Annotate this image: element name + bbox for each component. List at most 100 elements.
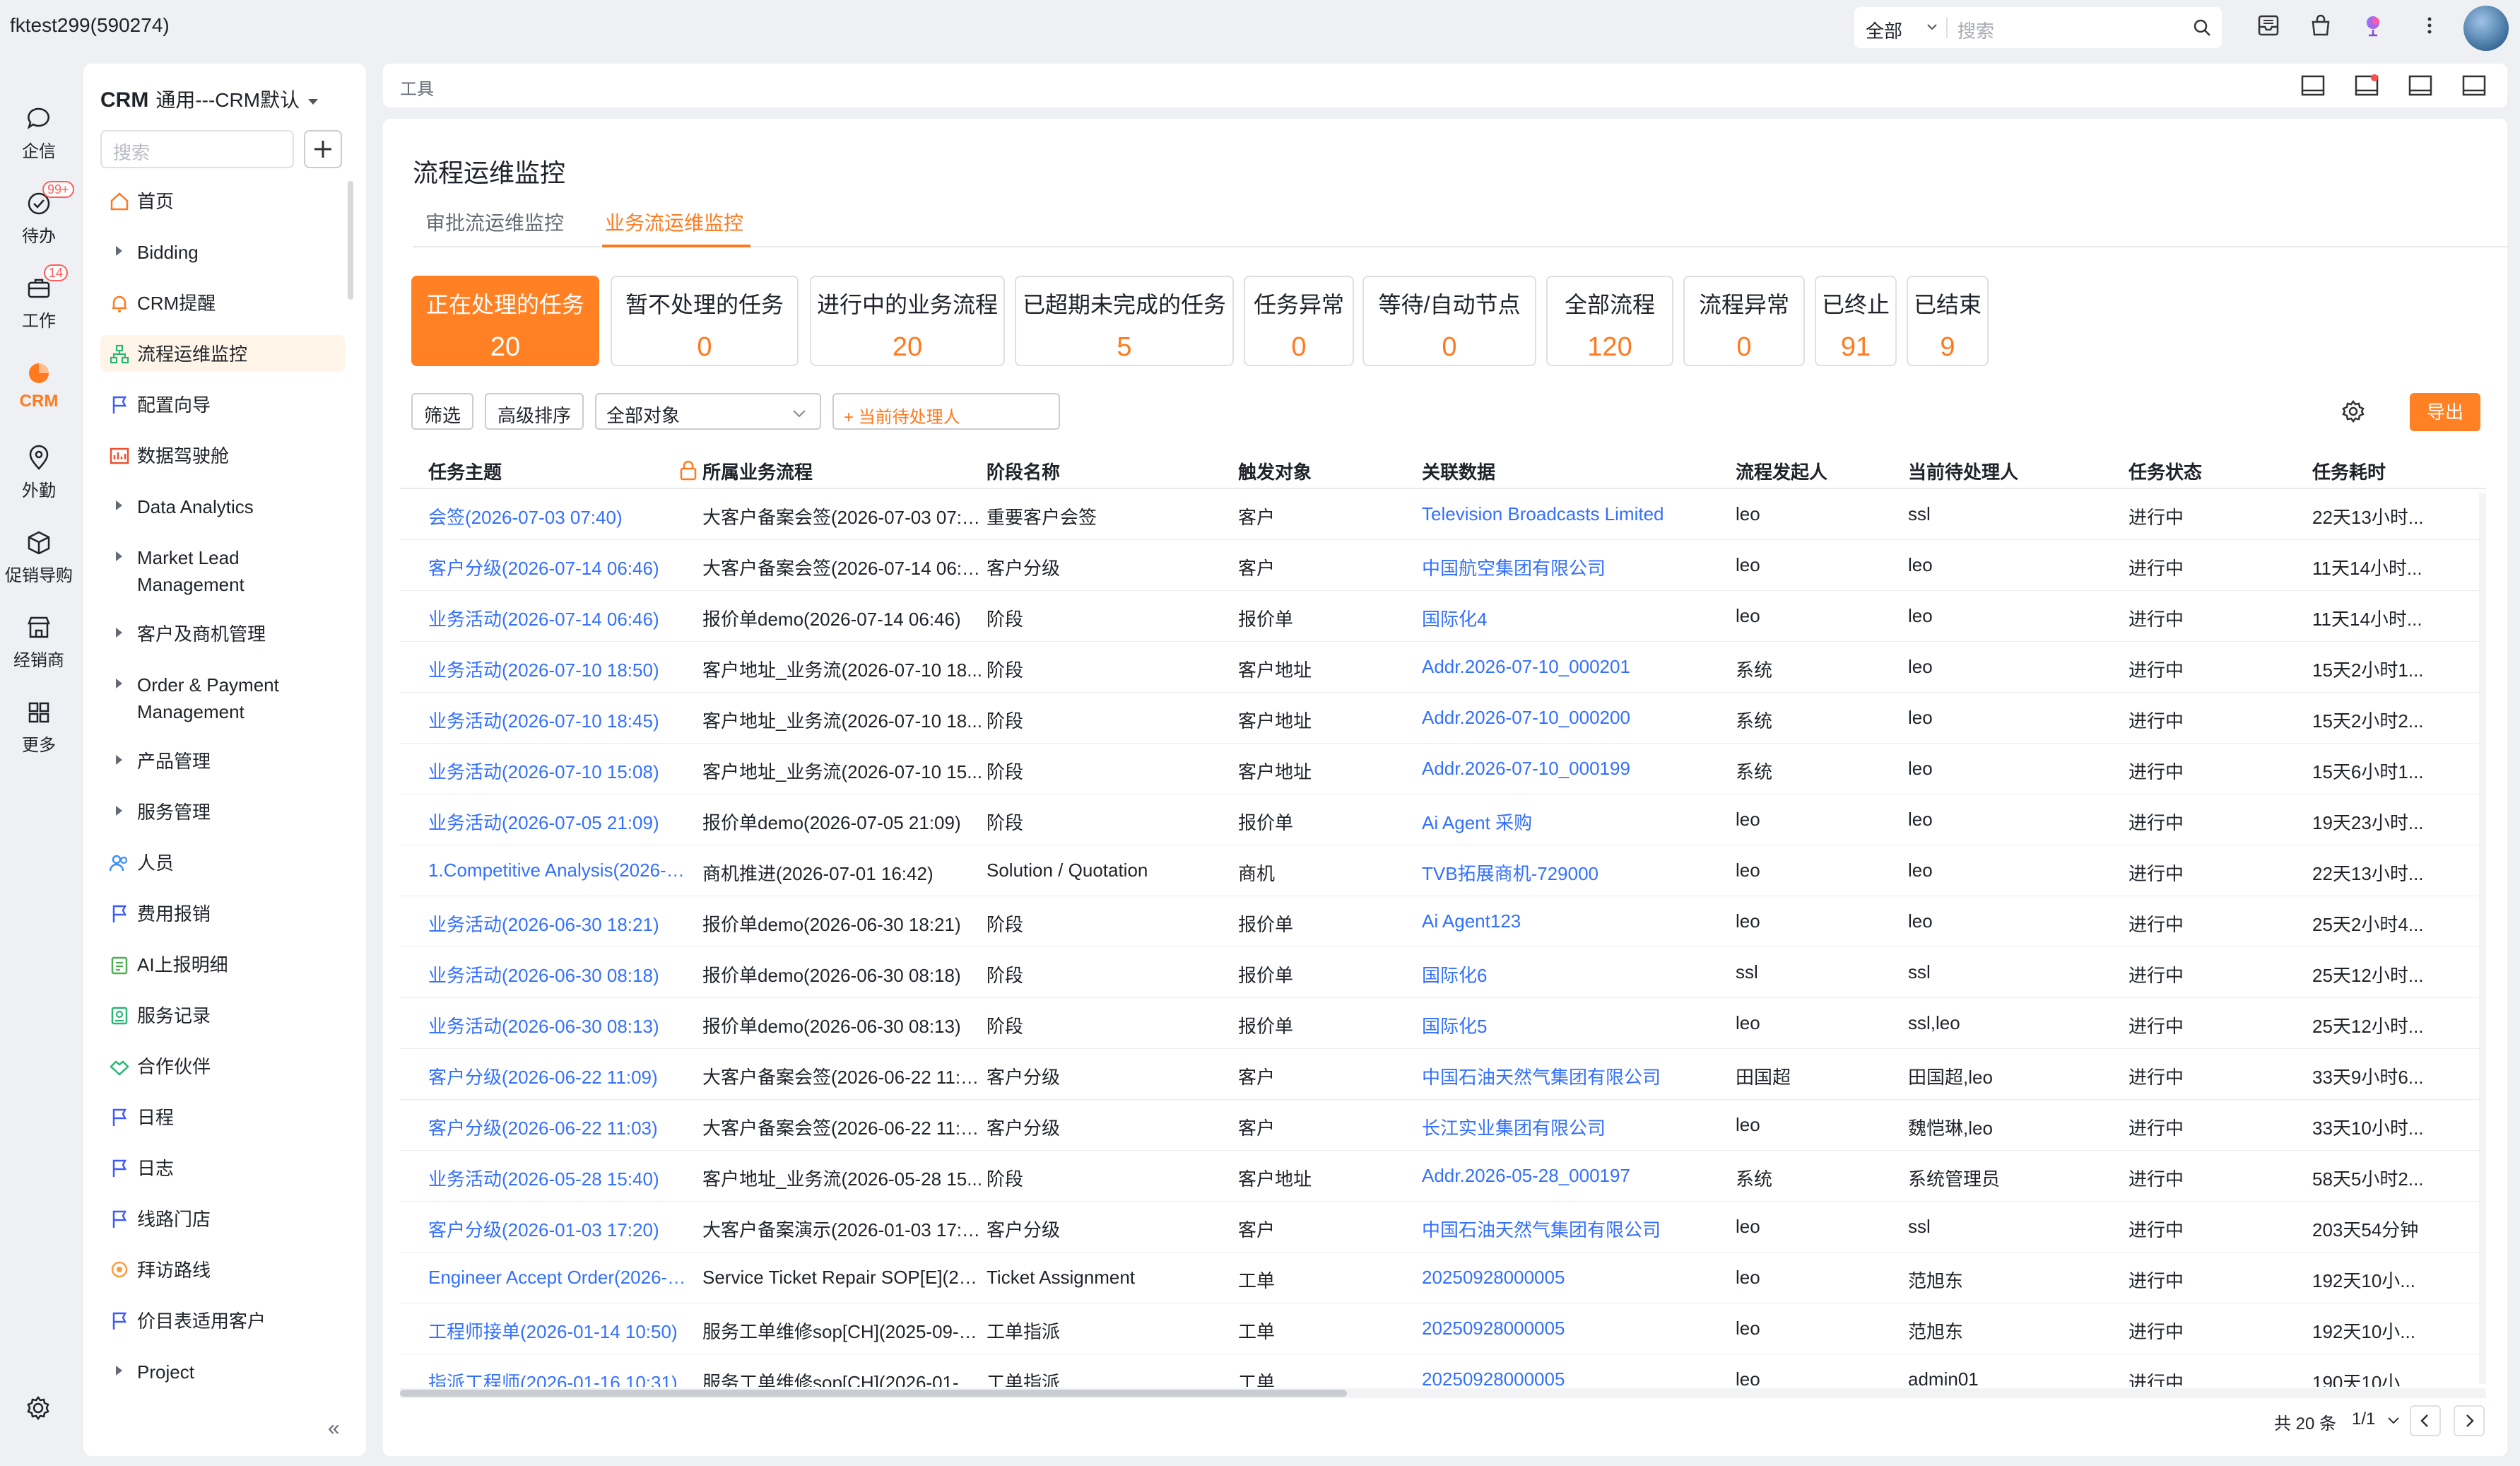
- related-data-link[interactable]: Ai Agent123: [1422, 910, 1733, 932]
- sidebar-item[interactable]: 线路门店: [100, 1204, 345, 1231]
- stat-card[interactable]: 正在处理的任务 20: [411, 276, 599, 366]
- more-vertical-icon[interactable]: [2417, 13, 2442, 38]
- next-page-button[interactable]: [2454, 1405, 2485, 1436]
- sidebar-scrollbar[interactable]: [348, 181, 353, 300]
- sidebar-item[interactable]: 数据驾驶舱: [100, 441, 345, 468]
- prev-page-button[interactable]: [2410, 1405, 2441, 1436]
- task-subject-link[interactable]: 指派工程师(2026-01-16 10:31): [428, 1368, 691, 1387]
- related-data-link[interactable]: 20250928000005: [1422, 1267, 1733, 1289]
- current-owner-filter[interactable]: + 当前待处理人: [832, 393, 1060, 430]
- table-row[interactable]: 业务活动(2026-06-30 08:13) 报价单demo(2026-06-30…: [400, 998, 2486, 1049]
- table-row[interactable]: 业务活动(2026-07-10 15:08) 客户地址_业务流(2026-07-1…: [400, 744, 2486, 794]
- table-row[interactable]: 工程师接单(2026-01-14 10:50) 服务工单维修sop[CH](202…: [400, 1303, 2486, 1354]
- sidebar-item[interactable]: 费用报销: [100, 899, 345, 926]
- table-row[interactable]: Engineer Accept Order(2026-0... Service T…: [400, 1253, 2486, 1303]
- task-subject-link[interactable]: 业务活动(2026-07-14 06:46): [428, 605, 691, 631]
- table-settings-icon[interactable]: [2341, 399, 2366, 424]
- table-row[interactable]: 业务活动(2026-06-30 18:21) 报价单demo(2026-06-30…: [400, 896, 2486, 947]
- table-row[interactable]: 客户分级(2026-07-14 06:46) 大客户备案会签(2026-07-14…: [400, 540, 2486, 591]
- lock-icon[interactable]: [678, 459, 698, 481]
- column-header[interactable]: 任务耗时: [2312, 458, 2386, 484]
- window-layout-icon[interactable]: [2461, 72, 2487, 99]
- add-button[interactable]: [304, 130, 342, 168]
- sidebar-item[interactable]: 配置向导: [100, 390, 345, 417]
- related-data-link[interactable]: TVB拓展商机-729000: [1422, 860, 1733, 886]
- search-scope-select[interactable]: 全部: [1866, 17, 1902, 43]
- related-data-link[interactable]: 中国石油天然气集团有限公司: [1422, 1063, 1733, 1089]
- sidebar-item[interactable]: 首页: [100, 187, 345, 213]
- inbox-icon[interactable]: [2256, 13, 2281, 38]
- task-subject-link[interactable]: 客户分级(2026-01-03 17:20): [428, 1216, 691, 1242]
- stat-card[interactable]: 已超期未完成的任务 5: [1015, 276, 1234, 366]
- table-row[interactable]: 客户分级(2026-01-03 17:20) 大客户备案演示(2026-01-03…: [400, 1202, 2486, 1253]
- related-data-link[interactable]: Addr.2026-07-10_000199: [1422, 758, 1733, 780]
- table-row[interactable]: 业务活动(2026-07-10 18:45) 客户地址_业务流(2026-07-1…: [400, 693, 2486, 744]
- stat-card[interactable]: 已终止 91: [1815, 276, 1897, 366]
- table-horizontal-scrollbar[interactable]: [400, 1388, 2486, 1398]
- related-data-link[interactable]: 长江实业集团有限公司: [1422, 1114, 1733, 1140]
- table-row[interactable]: 指派工程师(2026-01-16 10:31) 服务工单维修sop[CH](202…: [400, 1354, 2486, 1387]
- task-subject-link[interactable]: 1.Competitive Analysis(2026-0...: [428, 860, 691, 881]
- task-subject-link[interactable]: 业务活动(2026-07-10 18:45): [428, 707, 691, 733]
- task-subject-link[interactable]: Engineer Accept Order(2026-0...: [428, 1267, 691, 1289]
- table-row[interactable]: 客户分级(2026-06-22 11:03) 大客户备案会签(2026-06-22…: [400, 1100, 2486, 1151]
- sidebar-search-input[interactable]: 搜索: [100, 130, 294, 168]
- tab-approval-monitor[interactable]: 审批流运维监控: [425, 208, 564, 236]
- rail-item-todo[interactable]: 待办 99+: [0, 181, 78, 247]
- related-data-link[interactable]: Ai Agent 采购: [1422, 809, 1733, 835]
- user-avatar[interactable]: [2463, 6, 2509, 51]
- task-subject-link[interactable]: 业务活动(2026-07-05 21:09): [428, 809, 691, 835]
- stat-card[interactable]: 进行中的业务流程 20: [810, 276, 1005, 366]
- table-row[interactable]: 业务活动(2026-06-30 08:18) 报价单demo(2026-06-30…: [400, 947, 2486, 998]
- column-header[interactable]: 任务状态: [2129, 458, 2202, 484]
- sidebar-item[interactable]: 服务管理: [100, 797, 345, 824]
- sidebar-item[interactable]: 流程运维监控: [100, 335, 345, 372]
- task-subject-link[interactable]: 业务活动(2026-06-30 18:21): [428, 910, 691, 937]
- sidebar-item[interactable]: 服务记录: [100, 1001, 345, 1028]
- task-subject-link[interactable]: 业务活动(2026-06-30 08:13): [428, 1012, 691, 1038]
- column-header[interactable]: 触发对象: [1238, 458, 1312, 484]
- rail-item-dealer[interactable]: 经销商: [0, 614, 78, 671]
- table-row[interactable]: 会签(2026-07-03 07:40) 大客户备案会签(2026-07-03 0…: [400, 489, 2486, 540]
- sidebar-item[interactable]: 日程: [100, 1103, 345, 1130]
- column-header[interactable]: 所属业务流程: [702, 458, 813, 484]
- sidebar-item[interactable]: CRM提醒: [100, 288, 345, 315]
- task-subject-link[interactable]: 客户分级(2026-06-22 11:03): [428, 1114, 691, 1140]
- column-header[interactable]: 流程发起人: [1736, 458, 1827, 484]
- stat-card[interactable]: 流程异常 0: [1683, 276, 1805, 366]
- task-subject-link[interactable]: 业务活动(2026-07-10 18:50): [428, 656, 691, 682]
- sidebar-item[interactable]: 人员: [100, 848, 345, 875]
- sidebar-item[interactable]: 价目表适用客户: [100, 1306, 345, 1333]
- task-subject-link[interactable]: 工程师接单(2026-01-14 10:50): [428, 1318, 691, 1344]
- page-select[interactable]: 1/1: [2352, 1409, 2375, 1429]
- sidebar-item[interactable]: Market Lead Management: [100, 543, 345, 597]
- task-subject-link[interactable]: 客户分级(2026-06-22 11:09): [428, 1063, 691, 1089]
- table-row[interactable]: 1.Competitive Analysis(2026-0... 商机推进(202…: [400, 845, 2486, 896]
- scrollbar-thumb[interactable]: [400, 1390, 1347, 1397]
- column-header[interactable]: 任务主题: [428, 458, 502, 484]
- tab-business-monitor[interactable]: 业务流运维监控: [605, 208, 743, 236]
- related-data-link[interactable]: 中国航空集团有限公司: [1422, 554, 1733, 580]
- search-input[interactable]: 搜索: [1957, 17, 1994, 43]
- stat-card[interactable]: 全部流程 120: [1546, 276, 1673, 366]
- collapse-sidebar-icon[interactable]: «: [328, 1417, 340, 1441]
- column-header[interactable]: 关联数据: [1422, 458, 1495, 484]
- rail-item-promotion[interactable]: 促销导购: [0, 529, 78, 586]
- related-data-link[interactable]: Addr.2026-05-28_000197: [1422, 1165, 1733, 1187]
- task-subject-link[interactable]: 业务活动(2026-07-10 15:08): [428, 758, 691, 784]
- panel-layout-icon[interactable]: [2407, 72, 2434, 99]
- table-row[interactable]: 业务活动(2026-05-28 15:40) 客户地址_业务流(2026-05-2…: [400, 1151, 2486, 1202]
- export-button[interactable]: 导出: [2410, 393, 2480, 431]
- task-subject-link[interactable]: 业务活动(2026-06-30 08:18): [428, 961, 691, 987]
- related-data-link[interactable]: 国际化6: [1422, 961, 1733, 987]
- table-row[interactable]: 业务活动(2026-07-14 06:46) 报价单demo(2026-07-14…: [400, 591, 2486, 642]
- sidebar-item[interactable]: 合作伙伴: [100, 1052, 345, 1079]
- rail-item-field[interactable]: 外勤: [0, 444, 78, 501]
- related-data-link[interactable]: 中国石油天然气集团有限公司: [1422, 1216, 1733, 1242]
- rail-item-chat[interactable]: 企信: [0, 105, 78, 162]
- settings-gear-icon[interactable]: [24, 1394, 52, 1422]
- task-subject-link[interactable]: 会签(2026-07-03 07:40): [428, 503, 691, 529]
- shopping-bag-icon[interactable]: [2308, 13, 2333, 38]
- column-header[interactable]: 当前待处理人: [1908, 458, 2018, 484]
- sidebar-item[interactable]: 日志: [100, 1154, 345, 1180]
